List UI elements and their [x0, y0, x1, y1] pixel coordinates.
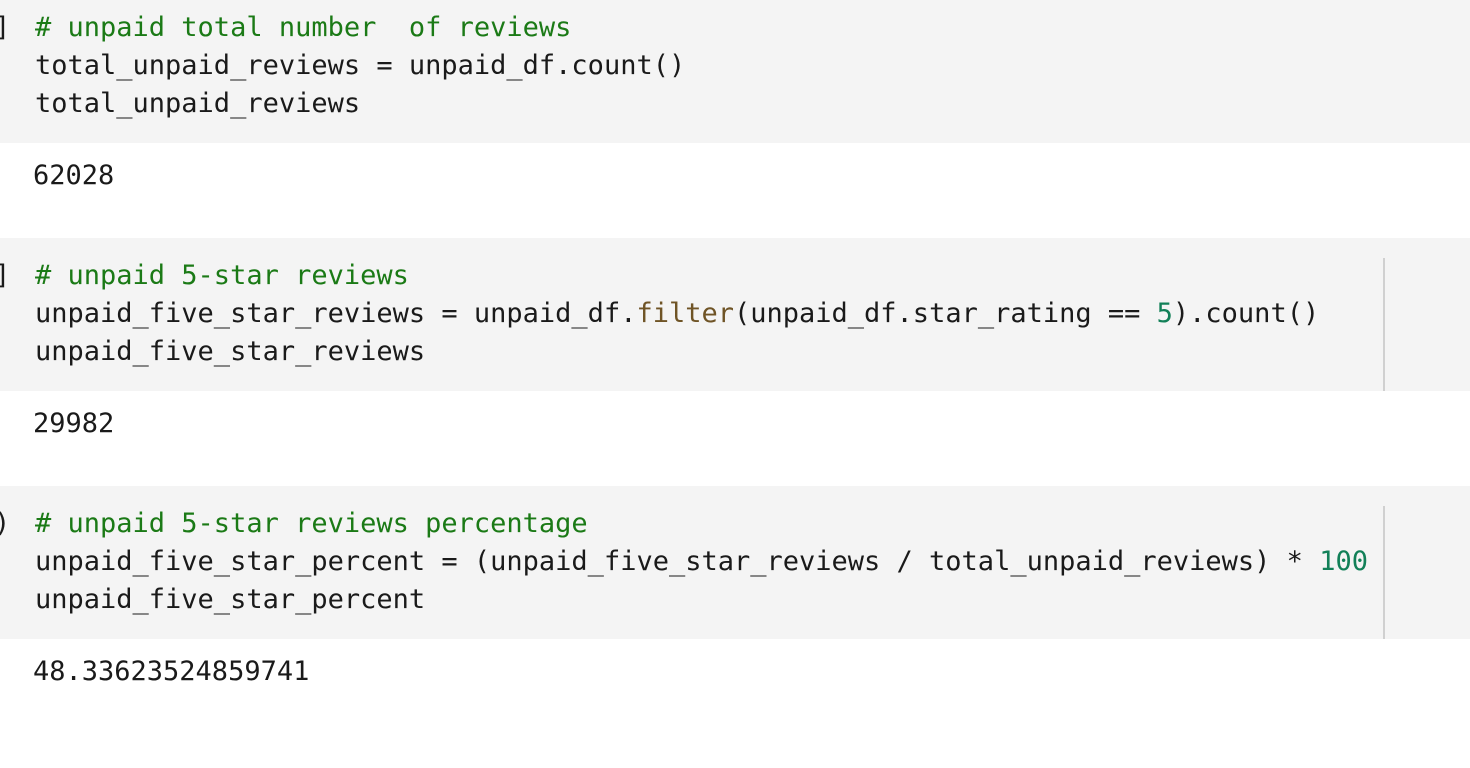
cell-output: 48.33623524859741: [33, 656, 310, 687]
code-editor-cell-1[interactable]: ] # unpaid total number of reviews total…: [0, 0, 1470, 143]
execution-count-prompt: ]: [0, 9, 14, 47]
code-line: unpaid_five_star_percent: [35, 584, 426, 615]
code-token: unpaid_five_star_percent = (unpaid_five_…: [35, 546, 1320, 577]
code-editor-cell-3[interactable]: ) # unpaid 5-star reviews percentage unp…: [0, 486, 1470, 639]
code-token: (unpaid_df.star_rating ==: [734, 298, 1157, 329]
code-line: unpaid_five_star_percent = (unpaid_five_…: [35, 543, 1368, 581]
code-token: unpaid_five_star_reviews = unpaid_df.: [35, 298, 637, 329]
code-token-builtin: filter: [636, 298, 734, 329]
code-comment-line: # unpaid total number of reviews: [35, 12, 572, 43]
code-line: total_unpaid_reviews = unpaid_df.count(): [35, 50, 686, 81]
code-line: total_unpaid_reviews: [35, 88, 361, 119]
execution-count-prompt: ): [0, 505, 14, 543]
code-comment-line: # unpaid 5-star reviews: [35, 260, 409, 291]
editor-ruler: [1383, 258, 1385, 391]
code-token: ).count(): [1172, 298, 1320, 329]
code-line: unpaid_five_star_reviews = unpaid_df.fil…: [35, 295, 1319, 333]
execution-count-prompt: ]: [0, 257, 14, 295]
editor-ruler: [1383, 506, 1385, 639]
code-comment-line: # unpaid 5-star reviews percentage: [35, 508, 588, 539]
code-line: unpaid_five_star_reviews: [35, 336, 426, 367]
cell-output: 62028: [33, 160, 115, 191]
code-token-number: 5: [1156, 298, 1173, 329]
cell-output: 29982: [33, 408, 115, 439]
code-editor-cell-2[interactable]: ] # unpaid 5-star reviews unpaid_five_st…: [0, 238, 1470, 391]
code-token-number: 100: [1319, 546, 1368, 577]
